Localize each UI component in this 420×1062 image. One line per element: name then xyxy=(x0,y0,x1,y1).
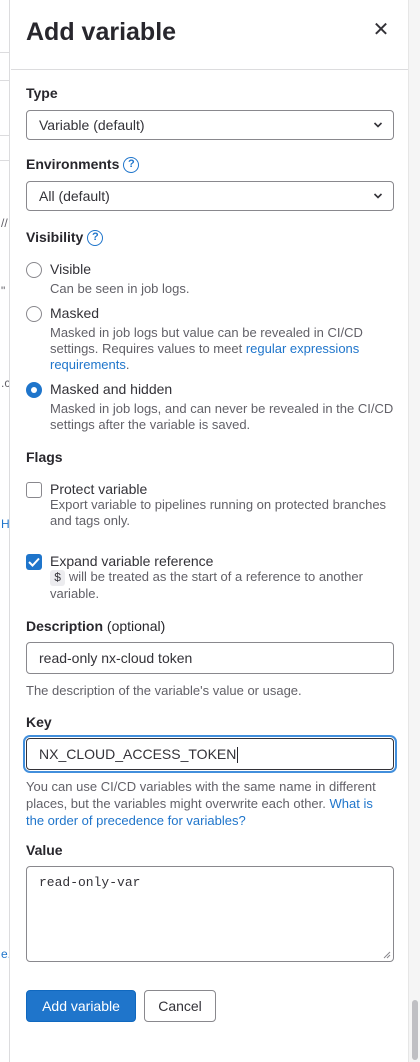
drawer-scrollbar[interactable] xyxy=(408,0,420,1062)
background-text-fragment: // xyxy=(1,216,8,230)
description-input[interactable]: read-only nx-cloud token xyxy=(26,642,394,674)
description-label-text: Description xyxy=(26,618,104,634)
masked-radio[interactable] xyxy=(26,306,42,322)
environments-label-text: Environments xyxy=(26,156,120,172)
masked-help-end: . xyxy=(125,357,130,372)
description-label: Description (optional) xyxy=(26,618,165,634)
key-input[interactable]: NX_CLOUD_ACCESS_TOKEN xyxy=(26,738,394,770)
question-icon[interactable]: ? xyxy=(87,230,104,247)
chevron-down-icon xyxy=(373,122,383,128)
visible-radio[interactable] xyxy=(26,262,42,278)
visible-option-help: Can be seen in job logs. xyxy=(50,281,190,296)
expand-variable-help: $ will be treated as the start of a refe… xyxy=(50,569,395,602)
background-divider xyxy=(0,135,9,136)
check-icon xyxy=(28,557,40,567)
visibility-label-text: Visibility xyxy=(26,229,84,245)
background-text-fragment: .c xyxy=(1,376,10,390)
type-label: Type xyxy=(26,85,58,101)
drawer-header: Add variable ✕ xyxy=(11,0,408,70)
drawer-title: Add variable xyxy=(26,18,177,46)
chevron-down-icon xyxy=(373,193,383,199)
description-help: The description of the variable's value … xyxy=(26,683,302,698)
visibility-label: Visibility? xyxy=(26,229,104,247)
type-select[interactable]: Variable (default) xyxy=(26,110,394,140)
resize-handle-icon[interactable] xyxy=(383,951,391,959)
value-textarea-value: read-only-var xyxy=(39,875,141,890)
expand-variable-checkbox[interactable] xyxy=(26,554,42,570)
flags-label: Flags xyxy=(26,449,63,465)
expand-help-text: will be treated as the start of a refere… xyxy=(50,569,363,601)
masked-option-title: Masked xyxy=(50,305,100,321)
add-variable-drawer: Add variable ✕ Type Variable (default) E… xyxy=(11,0,408,1062)
protect-variable-help: Export variable to pipelines running on … xyxy=(50,497,387,528)
value-textarea[interactable]: read-only-var xyxy=(26,866,394,962)
key-label: Key xyxy=(26,714,52,730)
value-label: Value xyxy=(26,842,63,858)
protect-variable-option[interactable]: Protect variable Export variable to pipe… xyxy=(26,481,396,531)
background-divider xyxy=(0,80,9,81)
protect-variable-checkbox[interactable] xyxy=(26,482,42,498)
visibility-option-masked[interactable]: Masked Masked in job logs but value can … xyxy=(26,305,396,375)
masked-option-help: Masked in job logs but value can be reve… xyxy=(50,325,395,373)
key-input-value: NX_CLOUD_ACCESS_TOKEN xyxy=(39,746,237,762)
expand-variable-title: Expand variable reference xyxy=(50,553,214,569)
dollar-code: $ xyxy=(50,570,66,586)
key-help: You can use CI/CD variables with the sam… xyxy=(26,778,394,829)
key-help-text: You can use CI/CD variables with the sam… xyxy=(26,779,376,811)
type-select-value: Variable (default) xyxy=(39,117,145,133)
protect-variable-title: Protect variable xyxy=(50,481,148,497)
question-icon[interactable]: ? xyxy=(123,157,140,174)
masked-hidden-option-title: Masked and hidden xyxy=(50,381,173,397)
description-optional: (optional) xyxy=(106,618,166,634)
visible-option-title: Visible xyxy=(50,261,91,277)
close-button[interactable]: ✕ xyxy=(369,18,393,42)
environments-select-value: All (default) xyxy=(39,188,110,204)
background-text-fragment: " xyxy=(1,284,6,298)
background-divider xyxy=(0,160,9,161)
close-icon: ✕ xyxy=(372,19,390,41)
cancel-button[interactable]: Cancel xyxy=(144,990,216,1022)
environments-select[interactable]: All (default) xyxy=(26,181,394,211)
visibility-option-visible[interactable]: Visible Can be seen in job logs. xyxy=(26,261,396,301)
description-input-value: read-only nx-cloud token xyxy=(39,650,193,666)
background-link-fragment[interactable]: e. xyxy=(1,947,9,961)
text-caret xyxy=(237,747,239,764)
masked-hidden-radio[interactable] xyxy=(26,382,42,398)
expand-variable-option[interactable]: Expand variable reference $ will be trea… xyxy=(26,553,396,605)
scrollbar-thumb[interactable] xyxy=(412,1000,418,1060)
masked-hidden-option-help: Masked in job logs, and can never be rev… xyxy=(50,401,394,432)
background-page: // " .c H e. xyxy=(0,0,10,1062)
visibility-option-masked-hidden[interactable]: Masked and hidden Masked in job logs, an… xyxy=(26,381,396,435)
background-divider xyxy=(0,52,9,53)
environments-label: Environments? xyxy=(26,156,140,174)
background-link-fragment[interactable]: H xyxy=(1,517,9,531)
add-variable-button[interactable]: Add variable xyxy=(26,990,136,1022)
